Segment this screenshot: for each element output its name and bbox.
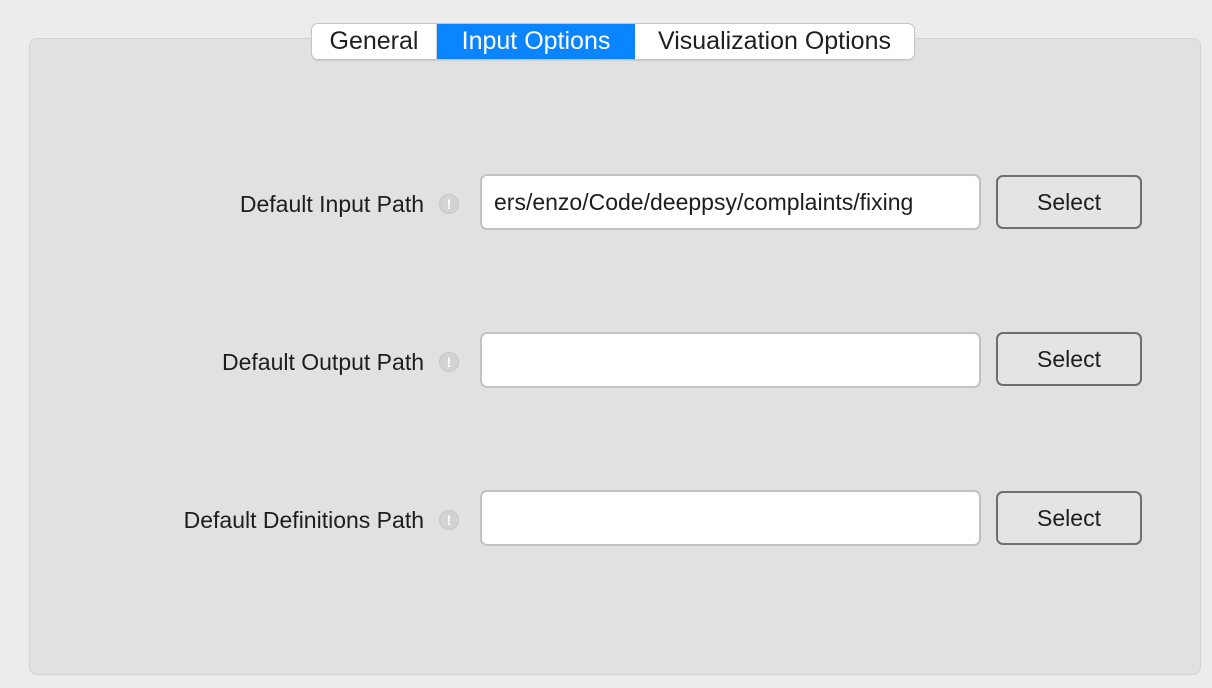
definitions-path-label: Default Definitions Path <box>183 506 424 533</box>
tab-visualization-options[interactable]: Visualization Options <box>635 24 914 59</box>
input-path-row: Default Input Path ! Select <box>0 174 1212 234</box>
tab-bar: General Input Options Visualization Opti… <box>311 23 915 60</box>
output-path-label: Default Output Path <box>221 348 424 375</box>
tab-input-options[interactable]: Input Options <box>437 24 635 59</box>
definitions-path-field[interactable] <box>480 490 981 546</box>
definitions-path-row: Default Definitions Path ! Select <box>0 490 1212 550</box>
input-path-label: Default Input Path <box>239 190 424 217</box>
exclamation-circle-icon: ! <box>439 352 459 372</box>
exclamation-circle-icon: ! <box>439 194 459 214</box>
output-path-field[interactable] <box>480 332 981 388</box>
tab-general[interactable]: General <box>312 24 437 59</box>
output-path-row: Default Output Path ! Select <box>0 332 1212 392</box>
definitions-path-select-button[interactable]: Select <box>996 491 1142 545</box>
input-path-field[interactable] <box>480 174 981 230</box>
input-path-select-button[interactable]: Select <box>996 175 1142 229</box>
exclamation-circle-icon: ! <box>439 510 459 530</box>
output-path-select-button[interactable]: Select <box>996 332 1142 386</box>
